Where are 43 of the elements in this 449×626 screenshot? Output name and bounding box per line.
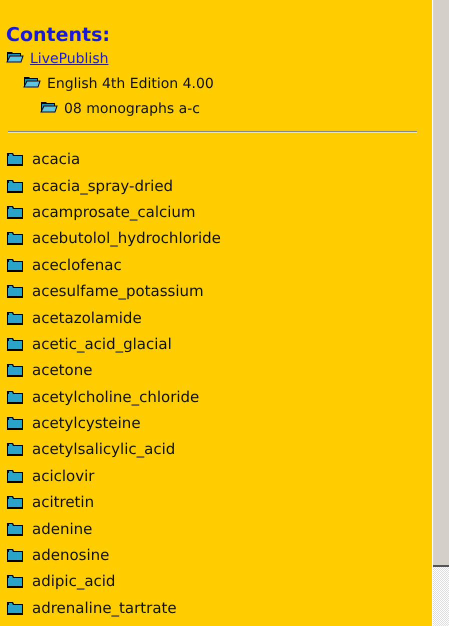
folder-icon — [6, 284, 24, 298]
monograph-folder[interactable]: adenine — [32, 520, 92, 538]
monograph-folder[interactable]: aciclovir — [32, 466, 94, 485]
folder-icon — [6, 600, 24, 615]
folder-icon — [6, 204, 24, 219]
monograph-folder[interactable]: acamprosate_calcium — [32, 202, 196, 221]
monograph-folder[interactable]: acebutolol_hydrochloride — [32, 229, 221, 248]
folder-icon — [6, 258, 24, 272]
folder-icon — [6, 416, 24, 430]
breadcrumb-folder[interactable]: English 4th Edition 4.00 — [47, 76, 214, 92]
monograph-folder[interactable]: acetylsalicylic_acid — [32, 440, 176, 458]
folder-icon — [6, 336, 24, 351]
folder-icon — [6, 522, 24, 536]
folder-icon — [6, 548, 24, 562]
folder-icon — [6, 574, 24, 588]
folder-icon — [6, 468, 24, 483]
monograph-folder[interactable]: adenosine — [32, 546, 110, 564]
monograph-folder[interactable]: aceclofenac — [32, 256, 122, 274]
breadcrumb-link[interactable]: LivePublish — [30, 50, 108, 66]
folder-icon — [6, 363, 24, 378]
monograph-folder[interactable]: acetylcholine_chloride — [32, 388, 200, 406]
folder-icon — [23, 74, 41, 88]
folder-icon — [40, 100, 58, 114]
monograph-folder[interactable]: acetazolamide — [32, 308, 142, 327]
monograph-folder[interactable]: acacia — [32, 150, 80, 168]
folder-icon — [6, 310, 24, 325]
monograph-folder[interactable]: acetylcysteine — [32, 414, 141, 432]
folder-icon — [6, 152, 24, 166]
monograph-folder[interactable]: adipic_acid — [32, 572, 116, 590]
contents-heading: Contents: — [6, 24, 112, 46]
folder-icon — [6, 231, 24, 246]
folder-icon — [6, 495, 24, 510]
monograph-folder[interactable]: acitretin — [32, 493, 94, 512]
breadcrumb-folder[interactable]: 08 monographs a-c — [64, 100, 200, 116]
monograph-folder[interactable]: acetone — [32, 361, 92, 380]
monograph-folder[interactable]: acetic_acid_glacial — [32, 334, 172, 353]
folder-icon — [6, 178, 24, 193]
folder-icon — [6, 50, 24, 64]
monograph-folder[interactable]: acesulfame_potassium — [32, 282, 204, 300]
folder-icon — [6, 390, 24, 404]
monograph-folder[interactable]: acacia_spray-dried — [32, 176, 174, 195]
folder-icon — [6, 442, 24, 456]
monograph-folder[interactable]: adrenaline_tartrate — [32, 598, 177, 617]
